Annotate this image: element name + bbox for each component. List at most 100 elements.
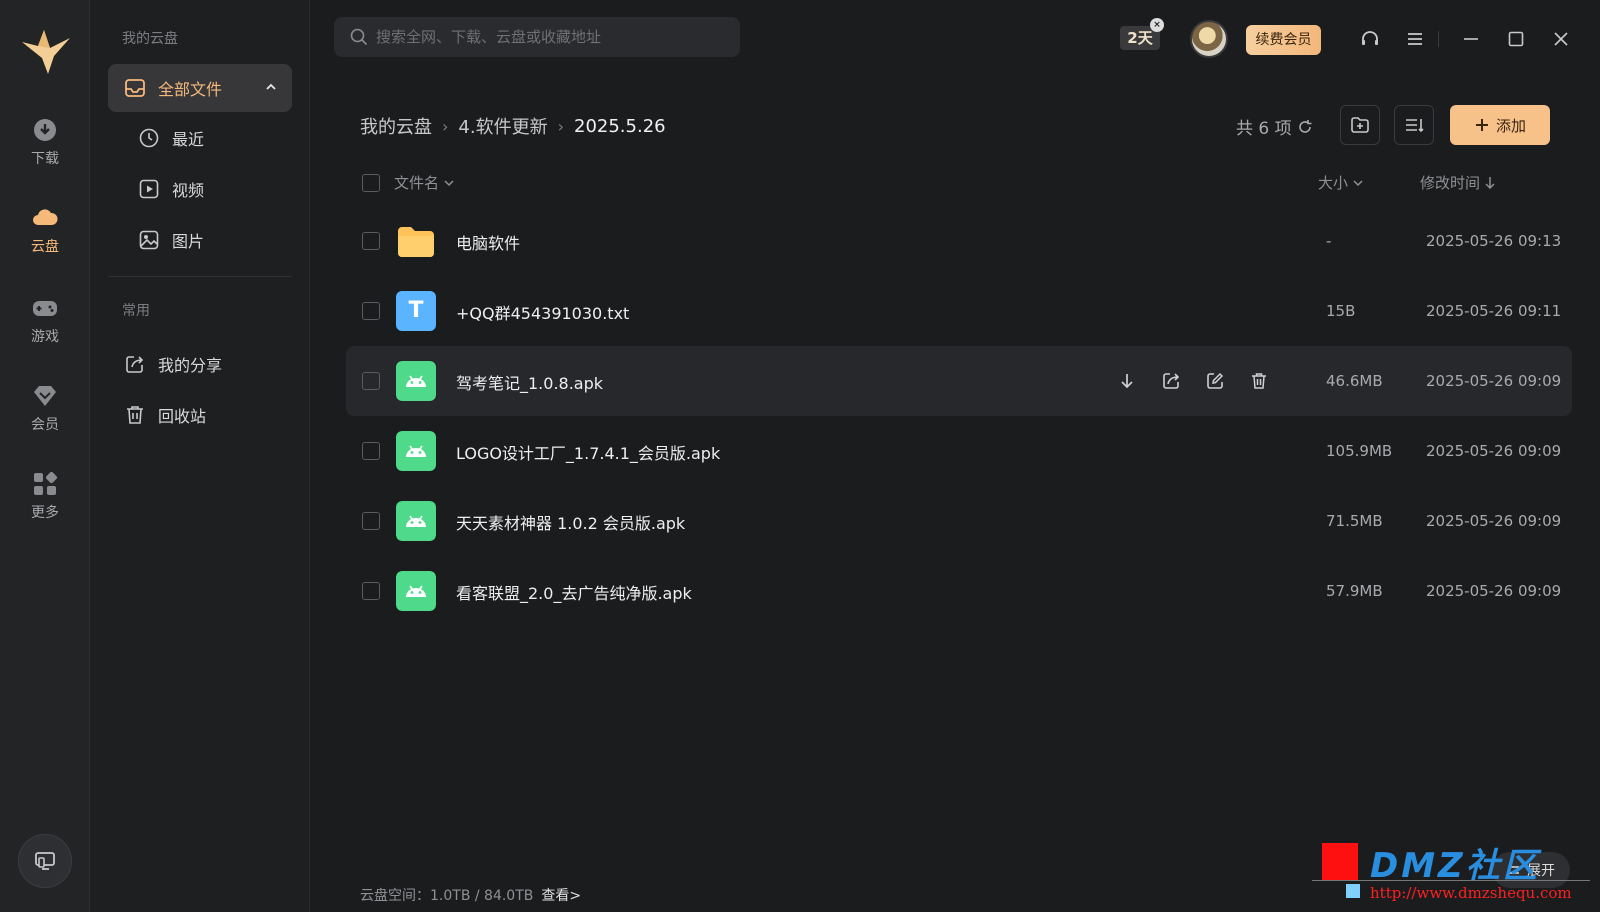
- chevron-down-icon: [1353, 179, 1363, 186]
- file-size: 71.5MB: [1326, 512, 1383, 530]
- file-name[interactable]: 看客联盟_2.0_去广告纯净版.apk: [456, 580, 692, 604]
- arrow-down-icon: [1485, 176, 1495, 189]
- maximize-button[interactable]: [1503, 26, 1529, 52]
- row-rename-button[interactable]: [1202, 368, 1228, 394]
- storage-label: 云盘空间：: [360, 888, 430, 904]
- share-icon: [1163, 373, 1180, 389]
- breadcrumb-item-folder[interactable]: 4.软件更新: [458, 113, 547, 139]
- file-modified: 2025-05-26 09:13: [1426, 232, 1562, 250]
- diamond-icon: [34, 386, 56, 406]
- table-row[interactable]: LOGO设计工厂_1.7.4.1_会员版.apk 105.9MB 2025-05…: [346, 416, 1572, 486]
- device-switch-button[interactable]: [18, 834, 72, 888]
- column-name-header[interactable]: 文件名: [394, 172, 455, 193]
- rail-more[interactable]: 更多: [0, 470, 90, 522]
- avatar[interactable]: [1190, 20, 1228, 58]
- row-delete-button[interactable]: [1246, 368, 1272, 394]
- breadcrumb-item-current: 2025.5.26: [574, 115, 666, 137]
- item-count-label: 共 6 项: [1236, 119, 1292, 139]
- clock-icon: [138, 127, 160, 149]
- search-bar[interactable]: [334, 17, 740, 57]
- file-name[interactable]: LOGO设计工厂_1.7.4.1_会员版.apk: [456, 440, 720, 464]
- watermark-blue-block: [1346, 884, 1360, 898]
- rail-more-label: 更多: [31, 505, 59, 521]
- row-download-button[interactable]: [1114, 368, 1140, 394]
- new-folder-button[interactable]: [1340, 105, 1380, 145]
- breadcrumb-item-root[interactable]: 我的云盘: [360, 113, 432, 139]
- add-button[interactable]: 添加: [1450, 105, 1550, 145]
- breadcrumb-separator-icon: ›: [557, 116, 564, 136]
- search-input[interactable]: [376, 28, 726, 46]
- table-row[interactable]: 看客联盟_2.0_去广告纯净版.apk 57.9MB 2025-05-26 09…: [346, 556, 1572, 626]
- storage-view-link[interactable]: 查看>: [541, 888, 581, 904]
- table-row[interactable]: 驾考笔记_1.0.8.apk 46.6MB 2025-05-26 09:09: [346, 346, 1572, 416]
- row-checkbox[interactable]: [362, 582, 380, 600]
- chevron-down-icon: [444, 179, 454, 186]
- sidebar-item-all-files[interactable]: 全部文件: [108, 64, 292, 112]
- column-size-label: 大小: [1318, 174, 1349, 192]
- toolbar-divider: [1438, 31, 1439, 47]
- file-name[interactable]: 天天素材神器 1.0.2 会员版.apk: [456, 510, 685, 534]
- item-count: 共 6 项: [1236, 114, 1314, 139]
- table-row[interactable]: 电脑软件 - 2025-05-26 09:13: [346, 206, 1572, 276]
- watermark-brand: DMZ社区: [1370, 846, 1540, 886]
- row-checkbox[interactable]: [362, 302, 380, 320]
- sidebar-item-label: 我的分享: [158, 356, 223, 375]
- sidebar-item-label: 全部文件: [158, 80, 223, 99]
- rail-cloud[interactable]: 云盘: [0, 204, 90, 256]
- left-rail: 下载 云盘 游戏 会员 更多: [0, 0, 90, 912]
- file-name[interactable]: 驾考笔记_1.0.8.apk: [456, 370, 603, 394]
- chevron-up-icon[interactable]: [264, 80, 278, 94]
- rail-download[interactable]: 下载: [0, 116, 90, 168]
- rail-games[interactable]: 游戏: [0, 294, 90, 346]
- table-row[interactable]: 天天素材神器 1.0.2 会员版.apk 71.5MB 2025-05-26 0…: [346, 486, 1572, 556]
- file-name[interactable]: 电脑软件: [456, 230, 520, 254]
- sidebar-item-recycle-bin[interactable]: 回收站: [108, 391, 292, 439]
- menu-button[interactable]: [1402, 26, 1428, 52]
- column-modified-label: 修改时间: [1420, 174, 1481, 192]
- share-icon: [124, 353, 146, 375]
- column-name-label: 文件名: [394, 174, 440, 192]
- android-apk-icon: [396, 361, 436, 401]
- column-size-header[interactable]: 大小: [1318, 172, 1364, 193]
- sidebar-item-label: 视频: [172, 181, 205, 200]
- sort-list-icon: [1406, 119, 1424, 133]
- monitor-icon: [35, 852, 55, 870]
- file-name[interactable]: +QQ群454391030.txt: [456, 300, 629, 324]
- minimize-button[interactable]: [1458, 26, 1484, 52]
- download-icon: [34, 119, 56, 141]
- rail-vip[interactable]: 会员: [0, 382, 90, 434]
- file-modified: 2025-05-26 09:09: [1426, 512, 1562, 530]
- android-apk-icon: [396, 571, 436, 611]
- row-share-button[interactable]: [1158, 368, 1184, 394]
- trash-icon: [124, 404, 146, 426]
- table-row[interactable]: T +QQ群454391030.txt 15B 2025-05-26 09:11: [346, 276, 1572, 346]
- sidebar-item-video[interactable]: 视频: [124, 165, 292, 213]
- select-all-checkbox[interactable]: [362, 174, 380, 192]
- file-size: 46.6MB: [1326, 372, 1383, 390]
- row-checkbox[interactable]: [362, 442, 380, 460]
- sidebar-item-image[interactable]: 图片: [124, 216, 292, 264]
- plus-icon: [1475, 119, 1488, 131]
- row-checkbox[interactable]: [362, 512, 380, 530]
- file-modified: 2025-05-26 09:09: [1426, 442, 1562, 460]
- sidebar-section-common: 常用: [122, 303, 150, 319]
- download-arrow-icon: [1121, 374, 1133, 389]
- badge-close-button[interactable]: ×: [1150, 18, 1164, 32]
- menu-icon: [1408, 33, 1422, 45]
- watermark-red-block: [1322, 843, 1358, 881]
- renew-vip-button[interactable]: 续费会员: [1246, 25, 1321, 55]
- column-modified-header[interactable]: 修改时间: [1420, 172, 1496, 193]
- sidebar-item-recent[interactable]: 最近: [124, 114, 292, 162]
- search-icon: [350, 28, 368, 46]
- close-button[interactable]: [1548, 26, 1574, 52]
- file-size: 57.9MB: [1326, 582, 1383, 600]
- row-checkbox[interactable]: [362, 232, 380, 250]
- support-button[interactable]: [1357, 26, 1383, 52]
- inbox-icon: [124, 77, 146, 99]
- sidebar-item-my-share[interactable]: 我的分享: [108, 340, 292, 388]
- storage-footer: 云盘空间：1.0TB / 84.0TB 查看>: [360, 885, 581, 905]
- sort-button[interactable]: [1394, 105, 1434, 145]
- refresh-icon[interactable]: [1296, 118, 1314, 136]
- minimize-icon: [1464, 38, 1478, 40]
- row-checkbox[interactable]: [362, 372, 380, 390]
